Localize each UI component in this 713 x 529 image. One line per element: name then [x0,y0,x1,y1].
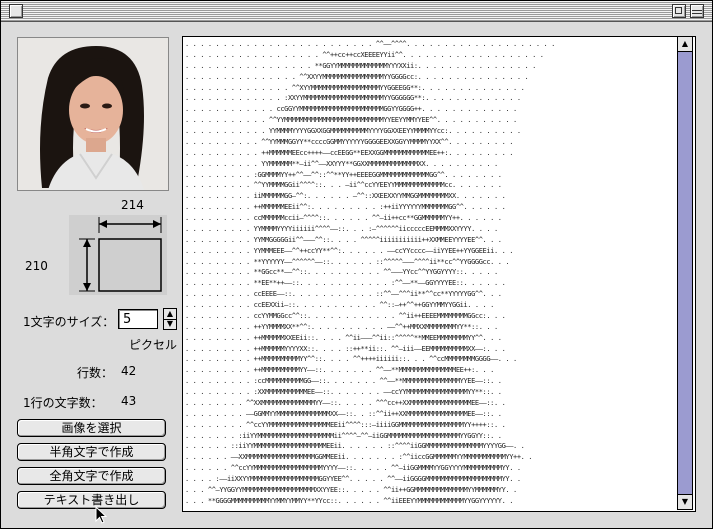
stepper-down-icon[interactable]: ▼ [164,319,176,329]
size-diagram [69,215,167,295]
source-photo [17,37,169,191]
select-image-button[interactable]: 画像を選択 [17,419,166,437]
close-box-icon[interactable] [9,4,23,18]
title-bar[interactable] [1,1,712,22]
char-size-input[interactable] [118,309,158,329]
image-height-value: 210 [25,259,48,273]
scroll-up-arrow-icon[interactable]: ▲ [678,37,692,52]
mouse-pointer-icon [95,506,107,524]
app-window: 214 210 1文字のサイズ： ▲ ▼ ピクセル 行数： 42 1行の文字数：… [0,0,713,529]
char-size-stepper[interactable]: ▲ ▼ [163,308,177,330]
scroll-down-arrow-icon[interactable]: ▼ [678,494,692,509]
make-fullwidth-button[interactable]: 全角文字で作成 [17,467,166,485]
ascii-output-panel[interactable]: . . . . . . . . . . . . . . . . . . . . … [182,36,696,512]
vertical-scrollbar[interactable]: ▲ ▼ [677,36,693,510]
ascii-art-text[interactable]: . . . . . . . . . . . . . . . . . . . . … [185,39,679,507]
zoom-box-icon[interactable] [672,4,686,18]
cols-value: 43 [121,394,137,408]
image-width-value: 214 [121,198,144,212]
collapse-box-icon[interactable] [690,4,704,18]
rows-value: 42 [121,364,137,378]
make-halfwidth-button[interactable]: 半角文字で作成 [17,443,166,461]
char-size-label: 1文字のサイズ： [23,315,115,329]
portrait-image [18,38,168,190]
rows-label: 行数： [77,366,114,380]
cols-label: 1行の文字数： [23,396,103,410]
unit-label: ピクセル [129,338,178,352]
export-text-button[interactable]: テキスト書き出し [17,491,166,509]
